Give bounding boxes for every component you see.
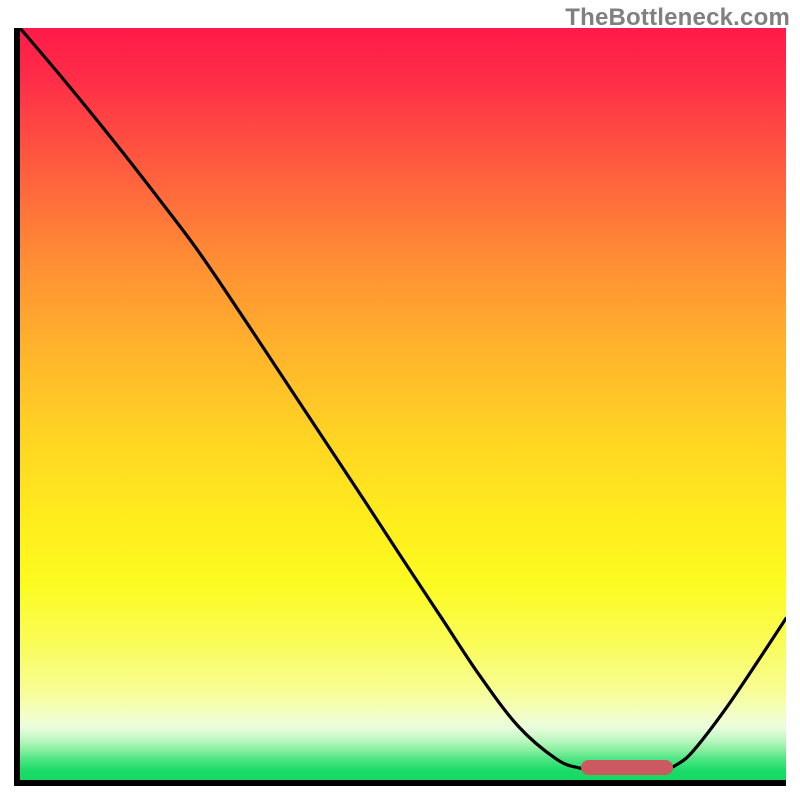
x-axis <box>14 780 786 786</box>
bottleneck-curve <box>20 28 786 780</box>
chart-container: TheBottleneck.com <box>0 0 800 800</box>
y-axis <box>14 28 20 786</box>
optimal-range-marker <box>581 760 673 775</box>
watermark-text: TheBottleneck.com <box>565 4 790 32</box>
plot-area <box>20 28 786 780</box>
